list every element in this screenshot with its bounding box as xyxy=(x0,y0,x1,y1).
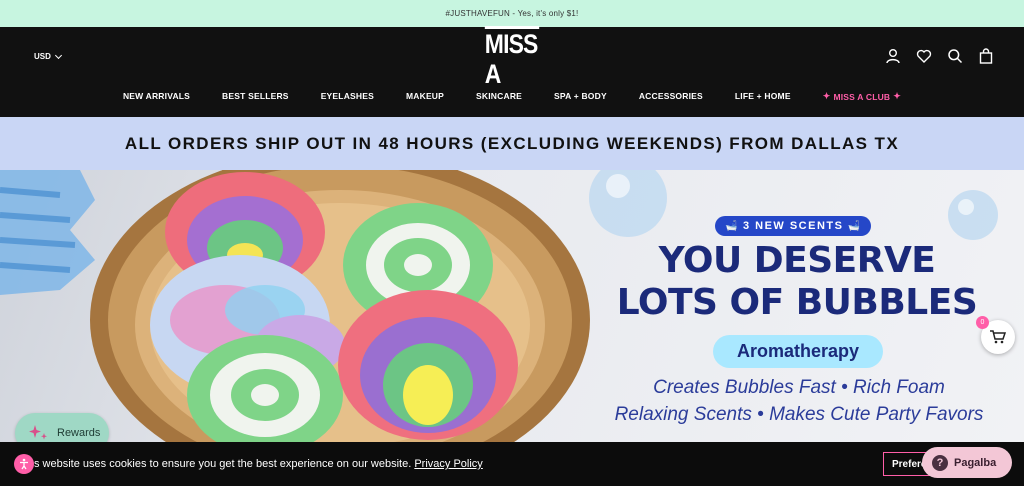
search-icon[interactable] xyxy=(947,48,963,64)
announcement-bar: #JUSTHAVEFUN - Yes, it's only $1! xyxy=(0,0,1024,27)
bathtub-icon: 🛁 xyxy=(847,220,862,232)
accessibility-icon xyxy=(20,458,28,470)
help-label: Pagalba xyxy=(954,456,997,469)
logo-text: MISS A xyxy=(484,25,540,89)
header-icons xyxy=(885,48,994,64)
nav-item-miss-a-club[interactable]: ✦ MISS A CLUB ✦ xyxy=(807,91,917,102)
nav-item-skincare[interactable]: SKINCARE xyxy=(460,91,538,102)
nav-item-eyelashes[interactable]: EYELASHES xyxy=(305,91,390,102)
sparkle-icon: ✦ xyxy=(893,91,902,101)
feature-line-1: Creates Bubbles Fast • Rich Foam xyxy=(653,377,945,398)
bag-icon[interactable] xyxy=(978,48,994,64)
feature-line-2: Relaxing Scents • Makes Cute Party Favor… xyxy=(614,404,984,425)
cookie-message: s website uses cookies to ensure you get… xyxy=(34,458,483,470)
bathtub-icon: 🛁 xyxy=(725,220,739,232)
site-logo[interactable]: MISS A xyxy=(480,25,544,89)
headline-line-1: YOU DESERVE xyxy=(658,240,936,281)
cookie-banner: s website uses cookies to ensure you get… xyxy=(0,442,1024,486)
question-icon: ? xyxy=(932,454,948,471)
nav-item-new-arrivals[interactable]: NEW ARRIVALS xyxy=(107,91,206,102)
nav-club-label: MISS A CLUB xyxy=(833,91,891,102)
nav-item-life-home[interactable]: LIFE + HOME xyxy=(719,91,807,102)
headline-line-2: LOTS OF BUBBLES xyxy=(616,282,978,323)
badge-text: 3 NEW SCENTS xyxy=(742,220,844,232)
new-scents-badge: 🛁 3 NEW SCENTS 🛁 xyxy=(715,216,872,236)
chevron-down-icon xyxy=(54,51,62,59)
help-chat-button[interactable]: ? Pagalba xyxy=(922,447,1012,478)
heart-icon[interactable] xyxy=(916,48,932,64)
currency-selector[interactable]: USD xyxy=(34,51,62,61)
sparkles-icon xyxy=(29,425,47,440)
currency-label: USD xyxy=(34,52,51,61)
shipping-banner-text: ALL ORDERS SHIP OUT IN 48 HOURS (EXCLUDI… xyxy=(124,133,900,153)
hero-headline: YOU DESERVE LOTS OF BUBBLES xyxy=(612,240,982,324)
main-nav: NEW ARRIVALS BEST SELLERS EYELASHES MAKE… xyxy=(0,91,1024,102)
rewards-label: Rewards xyxy=(57,427,101,439)
accessibility-button[interactable] xyxy=(14,454,34,474)
sparkle-icon: ✦ xyxy=(822,91,831,101)
aromatherapy-pill: Aromatherapy xyxy=(713,335,883,368)
pill-text: Aromatherapy xyxy=(736,341,860,361)
nav-item-accessories[interactable]: ACCESSORIES xyxy=(623,91,719,102)
nav-item-spa-body[interactable]: SPA + BODY xyxy=(538,91,623,102)
shipping-banner: ALL ORDERS SHIP OUT IN 48 HOURS (EXCLUDI… xyxy=(0,117,1024,170)
nav-item-best-sellers[interactable]: BEST SELLERS xyxy=(206,91,305,102)
account-icon[interactable] xyxy=(885,48,901,64)
cart-icon xyxy=(990,330,1006,344)
site-header: USD MISS A NEW ARRIVALS BEST SELLERS EYE… xyxy=(0,25,1024,117)
privacy-policy-link[interactable]: Privacy Policy xyxy=(414,458,482,470)
announcement-text: #JUSTHAVEFUN - Yes, it's only $1! xyxy=(445,9,579,18)
cart-count-badge: 0 xyxy=(976,316,989,329)
hero-banner[interactable]: 🛁 3 NEW SCENTS 🛁 YOU DESERVE LOTS OF BUB… xyxy=(0,170,1024,442)
nav-item-makeup[interactable]: MAKEUP xyxy=(390,91,460,102)
cookie-message-text: s website uses cookies to ensure you get… xyxy=(34,458,412,470)
